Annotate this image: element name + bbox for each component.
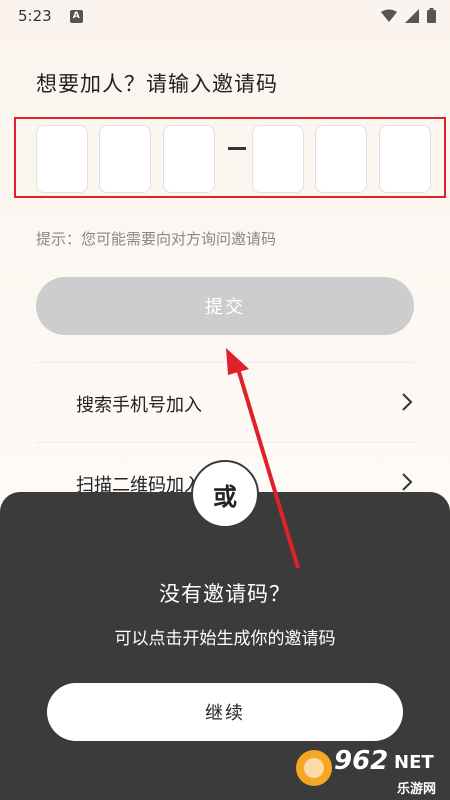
status-icons — [381, 8, 436, 23]
watermark-logo: 962 NET 乐游网 — [294, 744, 444, 797]
page-title: 想要加人？请输入邀请码 — [36, 72, 278, 96]
signal-icon — [405, 8, 419, 23]
sheet-title: 没有邀请码？ — [159, 582, 291, 606]
wifi-icon — [381, 9, 397, 22]
sheet-subtitle: 可以点击开始生成你的邀请码 — [114, 629, 336, 649]
watermark-site: 乐游网 — [396, 782, 436, 797]
code-cell-1[interactable] — [36, 125, 88, 193]
continue-button[interactable]: 继续 — [47, 683, 403, 741]
status-bar: 5:23 A — [0, 0, 450, 32]
watermark-suffix: NET — [394, 752, 434, 773]
code-cell-4[interactable] — [252, 125, 304, 193]
code-cell-6[interactable] — [379, 125, 431, 193]
notification-a-icon: A — [69, 9, 83, 23]
battery-icon — [427, 8, 436, 23]
code-cell-5[interactable] — [315, 125, 367, 193]
watermark-badge-icon — [296, 750, 332, 786]
status-time: 5:23 — [18, 7, 52, 25]
code-cell-2[interactable] — [99, 125, 151, 193]
chevron-right-icon — [402, 473, 413, 491]
chevron-right-icon — [402, 393, 413, 411]
search-phone-row[interactable]: 搜索手机号加入 — [36, 362, 414, 442]
watermark-numeral: 962 — [334, 746, 389, 776]
or-divider-badge: 或 — [191, 460, 259, 528]
code-cell-3[interactable] — [163, 125, 215, 193]
search-phone-label: 搜索手机号加入 — [76, 395, 202, 416]
code-separator — [228, 147, 246, 150]
submit-button[interactable]: 提交 — [36, 277, 414, 335]
invite-code-input[interactable] — [14, 117, 446, 198]
hint-text: 提示：您可能需要向对方询问邀请码 — [36, 230, 277, 248]
